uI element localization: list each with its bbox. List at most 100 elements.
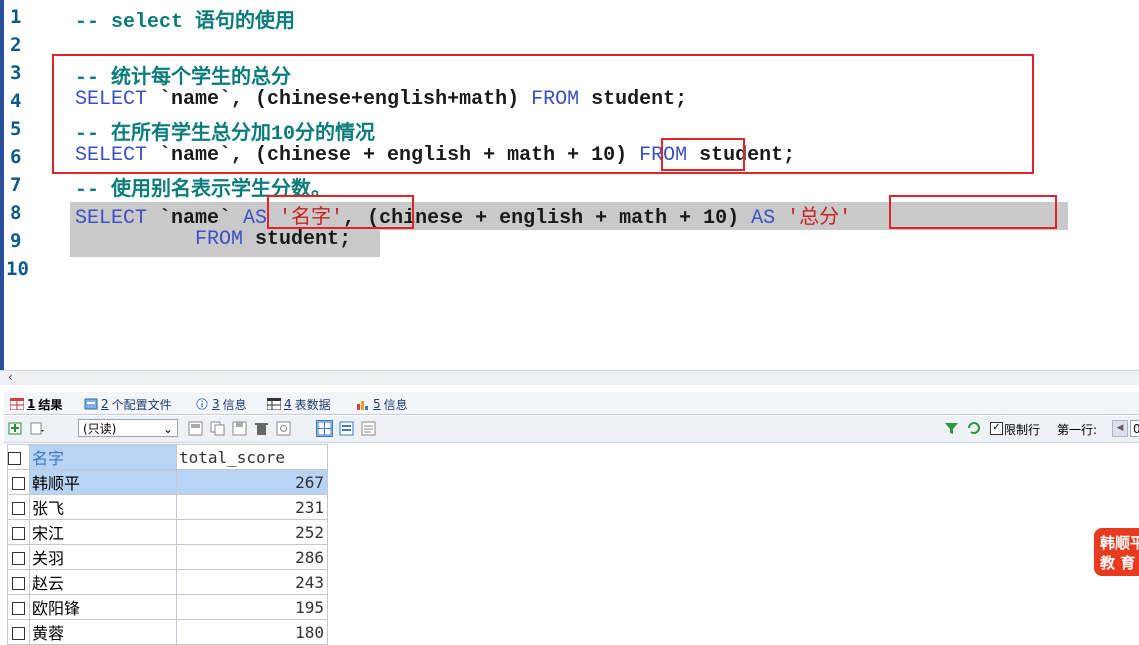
row-checkbox-cell[interactable]: [7, 494, 30, 520]
first-row-label: 第一行:: [1057, 423, 1098, 437]
score-cell[interactable]: 243: [176, 569, 328, 595]
checkbox[interactable]: [12, 601, 25, 615]
line-number: 2: [10, 34, 22, 56]
checkbox[interactable]: [12, 501, 25, 515]
select-all-checkbox-cell[interactable]: [7, 444, 30, 470]
tab-number: 1: [27, 397, 36, 411]
refresh-icon[interactable]: [276, 421, 291, 436]
tab-number: 5: [373, 397, 381, 411]
table-row[interactable]: 韩顺平 267: [7, 469, 328, 495]
filter-icon[interactable]: [944, 421, 959, 436]
line-number: 8: [10, 202, 22, 224]
tab-profiles[interactable]: 2 个配置文件: [84, 395, 172, 413]
tab-label: 结果: [38, 397, 63, 412]
disk-icon[interactable]: [232, 421, 247, 436]
tab-info[interactable]: 3 信息: [195, 395, 247, 413]
code-line-9: FROM student;: [75, 228, 351, 251]
keyword: SELECT: [75, 207, 148, 230]
tab-number: 4: [284, 397, 292, 411]
tab-results[interactable]: 1 结果: [10, 395, 62, 413]
chevron-down-icon: ⌄: [162, 422, 173, 436]
watermark-badge: 韩顺平 教 育: [1094, 528, 1139, 576]
reload-icon[interactable]: [966, 421, 981, 436]
readonly-select-value: (只读): [83, 422, 117, 436]
table-header-row: 名字 total_score: [7, 444, 328, 470]
limit-rows-checkbox[interactable]: ✓: [990, 422, 1003, 435]
table-row[interactable]: 张飞 231: [7, 494, 328, 520]
checkbox[interactable]: [12, 576, 25, 590]
row-checkbox-cell[interactable]: [7, 569, 30, 595]
code-line-1: -- select 语句的使用: [75, 11, 296, 34]
tab-label: 信息: [383, 397, 408, 412]
code-text: `name`: [147, 207, 244, 230]
line-number: 6: [10, 146, 22, 168]
annotation-box-alias-total: [889, 195, 1057, 229]
score-cell[interactable]: 267: [176, 469, 328, 495]
score-cell[interactable]: 286: [176, 544, 328, 570]
keyword: AS: [751, 207, 776, 230]
table-row[interactable]: 赵云 243: [7, 569, 328, 595]
tab-label: 个配置文件: [111, 397, 172, 412]
add-row-icon[interactable]: [8, 421, 23, 436]
table-row[interactable]: 欧阳锋 195: [7, 594, 328, 620]
score-cell[interactable]: 252: [176, 519, 328, 545]
tab-table-data[interactable]: 4 表数据: [267, 395, 331, 413]
line-number: 9: [10, 230, 22, 252]
badge-line-1: 韩顺平: [1100, 534, 1139, 552]
checkbox[interactable]: [12, 626, 25, 640]
checkbox[interactable]: [8, 451, 21, 465]
name-cell[interactable]: 赵云: [29, 569, 177, 595]
results-toolbar: (只读) ⌄ ✓ 限制行 第一行: ◀ 0: [4, 416, 1139, 443]
row-options-icon[interactable]: [30, 421, 45, 436]
badge-line-2: 教 育: [1100, 554, 1136, 572]
first-row-input[interactable]: 0: [1130, 420, 1139, 437]
page-back-icon[interactable]: ◀: [1112, 420, 1128, 437]
row-checkbox-cell[interactable]: [7, 519, 30, 545]
checkbox[interactable]: [12, 526, 25, 540]
chart-icon: [357, 401, 368, 410]
scroll-left-icon[interactable]: ‹: [8, 370, 13, 384]
score-cell[interactable]: 231: [176, 494, 328, 520]
tab-number: 2: [101, 397, 109, 411]
column-header-name[interactable]: 名字: [29, 444, 177, 470]
name-cell[interactable]: 宋江: [29, 519, 177, 545]
name-cell[interactable]: 张飞: [29, 494, 177, 520]
tab-label: 表数据: [294, 397, 331, 412]
line-number: 1: [10, 6, 22, 28]
limit-rows-label: 限制行: [1004, 423, 1041, 437]
horizontal-scrollbar[interactable]: ‹: [0, 370, 1139, 385]
string-literal: '总分': [775, 207, 852, 230]
line-number: 10: [6, 258, 29, 280]
line-number: 7: [10, 174, 22, 196]
line-number: 3: [10, 62, 22, 84]
form-view-icon[interactable]: [339, 421, 354, 436]
score-cell[interactable]: 195: [176, 594, 328, 620]
delete-icon[interactable]: [254, 421, 269, 436]
readonly-select[interactable]: (只读) ⌄: [78, 419, 178, 437]
result-tabs: 1 结果 2 个配置文件 3 信息 4 表数据 5 信息: [4, 392, 1139, 415]
table-row[interactable]: 关羽 286: [7, 544, 328, 570]
tab-info-2[interactable]: 5 信息: [356, 395, 408, 413]
line-number: 5: [10, 118, 22, 140]
text-view-icon[interactable]: [361, 421, 376, 436]
keyword: AS: [243, 207, 268, 230]
checkbox[interactable]: [12, 476, 25, 490]
grid-icon: [10, 398, 24, 410]
profile-icon: [84, 398, 98, 410]
table-row[interactable]: 宋江 252: [7, 519, 328, 545]
name-cell[interactable]: 关羽: [29, 544, 177, 570]
row-checkbox-cell[interactable]: [7, 544, 30, 570]
copy-icon[interactable]: [210, 421, 225, 436]
tab-number: 3: [212, 397, 220, 411]
row-checkbox-cell[interactable]: [7, 469, 30, 495]
save-icon[interactable]: [188, 421, 203, 436]
name-cell[interactable]: 欧阳锋: [29, 594, 177, 620]
grid-view-icon[interactable]: [316, 420, 333, 437]
row-checkbox-cell[interactable]: [7, 594, 30, 620]
name-cell[interactable]: 韩顺平: [29, 469, 177, 495]
sql-editor[interactable]: 1 2 3 4 5 6 7 8 9 10 -- select 语句的使用 -- …: [0, 0, 1139, 370]
tab-label: 信息: [222, 397, 247, 412]
checkbox[interactable]: [12, 551, 25, 565]
column-header-score[interactable]: total_score: [176, 444, 328, 470]
